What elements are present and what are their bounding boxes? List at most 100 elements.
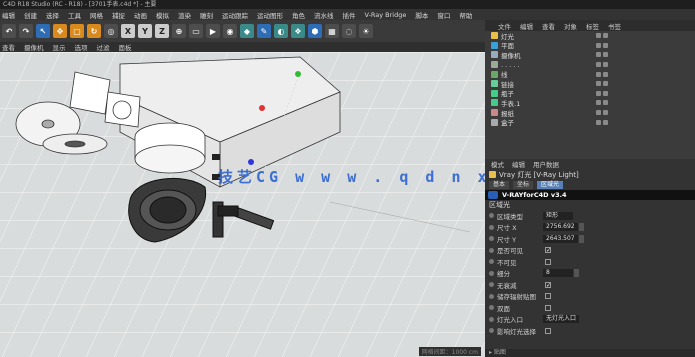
visibility-editor-icon[interactable] xyxy=(596,100,601,106)
visibility-editor-icon[interactable] xyxy=(596,90,601,96)
3d-viewport[interactable]: 技艺CG w w w . q d n x x f b . c o m 网格间距：… xyxy=(0,52,485,357)
animate-dot-icon[interactable] xyxy=(489,305,494,311)
viewport-menu-item[interactable]: 面板 xyxy=(119,42,132,52)
rotate-icon[interactable]: ↻ xyxy=(87,24,101,38)
object-row[interactable]: 手表.1 xyxy=(485,98,695,108)
property-checkbox[interactable]: ✓ xyxy=(545,281,551,288)
object-name[interactable]: 链接 xyxy=(501,79,596,89)
recent-icon[interactable]: ◎ xyxy=(104,24,118,38)
object-row[interactable]: 线 xyxy=(485,69,695,79)
x-axis-icon[interactable]: X xyxy=(121,24,135,38)
visibility-editor-icon[interactable] xyxy=(596,110,601,116)
object-name[interactable]: 盒子 xyxy=(501,117,596,127)
menu-item[interactable]: 雕刻 xyxy=(200,10,213,20)
menu-item[interactable]: 创建 xyxy=(24,10,37,20)
property-value[interactable]: 2756.692 xyxy=(543,223,578,232)
spinner-arrows-icon[interactable] xyxy=(578,234,584,243)
object-row[interactable]: 盒子 xyxy=(485,117,695,127)
camera-icon[interactable]: ◌ xyxy=(342,24,356,38)
visibility-editor-icon[interactable] xyxy=(596,52,601,58)
property-value[interactable]: 无灯光入口 xyxy=(543,315,580,324)
viewport-menu-item[interactable]: 查看 xyxy=(2,42,15,52)
menu-item[interactable]: 角色 xyxy=(292,10,305,20)
animate-dot-icon[interactable] xyxy=(489,213,494,219)
property-value[interactable]: 8 xyxy=(543,269,573,278)
property-value[interactable]: 2643.507 xyxy=(543,234,578,243)
viewport-menu-item[interactable]: 过滤 xyxy=(97,42,110,52)
visibility-render-icon[interactable] xyxy=(603,52,608,58)
menu-item[interactable]: 选择 xyxy=(46,10,59,20)
animate-dot-icon[interactable] xyxy=(489,328,494,334)
z-axis-icon[interactable]: Z xyxy=(155,24,169,38)
visibility-render-icon[interactable] xyxy=(603,110,608,116)
visibility-editor-icon[interactable] xyxy=(596,81,601,87)
attribute-footer[interactable]: ▸ 贴图 xyxy=(485,349,695,357)
object-name[interactable]: 报纸 xyxy=(501,108,596,118)
move-icon[interactable]: ✥ xyxy=(53,24,67,38)
visibility-editor-icon[interactable] xyxy=(596,71,601,77)
visibility-render-icon[interactable] xyxy=(603,100,608,106)
object-name[interactable]: 线 xyxy=(501,69,596,79)
property-checkbox[interactable] xyxy=(545,258,551,265)
property-value[interactable]: 矩形 xyxy=(543,211,573,220)
animate-dot-icon[interactable] xyxy=(489,270,494,276)
object-row[interactable]: 报纸 xyxy=(485,108,695,118)
object-manager-tab[interactable]: 对象 xyxy=(564,21,577,31)
object-manager-tab[interactable]: 编辑 xyxy=(520,21,533,31)
viewport-menu-item[interactable]: 选项 xyxy=(75,42,88,52)
menu-item[interactable]: 动画 xyxy=(134,10,147,20)
object-name[interactable]: 灯光 xyxy=(501,31,596,41)
render-settings-icon[interactable]: ◉ xyxy=(223,24,237,38)
property-checkbox[interactable] xyxy=(545,327,551,334)
animate-dot-icon[interactable] xyxy=(489,316,494,322)
visibility-render-icon[interactable] xyxy=(603,90,608,96)
menu-item[interactable]: 网格 xyxy=(90,10,103,20)
object-manager-tab[interactable]: 文件 xyxy=(498,21,511,31)
object-manager-tab[interactable]: 书签 xyxy=(608,21,621,31)
attribute-mode-tab[interactable]: 用户数据 xyxy=(533,159,559,169)
visibility-render-icon[interactable] xyxy=(603,81,608,87)
y-axis-icon[interactable]: Y xyxy=(138,24,152,38)
visibility-render-icon[interactable] xyxy=(603,33,608,39)
menu-item[interactable]: 帮助 xyxy=(459,10,472,20)
object-manager-tab[interactable]: 查看 xyxy=(542,21,555,31)
visibility-render-icon[interactable] xyxy=(603,119,608,125)
menu-item[interactable]: 捕捉 xyxy=(112,10,125,20)
visibility-render-icon[interactable] xyxy=(603,62,608,68)
animate-dot-icon[interactable] xyxy=(489,293,494,299)
menu-item[interactable]: 运动跟踪 xyxy=(222,10,248,20)
animate-dot-icon[interactable] xyxy=(489,247,494,253)
object-name[interactable]: 摄像机 xyxy=(501,50,596,60)
world-icon[interactable]: ⊕ xyxy=(172,24,186,38)
subdivision-icon[interactable]: ◐ xyxy=(274,24,288,38)
attribute-mode-tab[interactable]: 编辑 xyxy=(512,159,525,169)
redo-icon[interactable]: ↷ xyxy=(19,24,33,38)
attribute-subtab[interactable]: 基本 xyxy=(489,181,510,189)
object-row[interactable]: . . . . . xyxy=(485,60,695,70)
menu-item[interactable]: 编辑 xyxy=(2,10,15,20)
menu-item[interactable]: 工具 xyxy=(68,10,81,20)
render-view-icon[interactable]: ▶ xyxy=(206,24,220,38)
visibility-editor-icon[interactable] xyxy=(596,119,601,125)
object-name[interactable]: . . . . . xyxy=(501,61,596,69)
visibility-render-icon[interactable] xyxy=(603,42,608,48)
viewport-menu-item[interactable]: 摄像机 xyxy=(24,42,44,52)
menu-item[interactable]: 插件 xyxy=(343,10,356,20)
visibility-editor-icon[interactable] xyxy=(596,42,601,48)
visibility-editor-icon[interactable] xyxy=(596,62,601,68)
visibility-editor-icon[interactable] xyxy=(596,33,601,39)
attribute-subtab[interactable]: 坐标 xyxy=(513,181,534,189)
animate-dot-icon[interactable] xyxy=(489,259,494,265)
object-row[interactable]: 灯光 xyxy=(485,31,695,41)
viewport-menu-item[interactable]: 显示 xyxy=(53,42,66,52)
object-manager-tab[interactable]: 标签 xyxy=(586,21,599,31)
scale-icon[interactable]: ▢ xyxy=(70,24,84,38)
object-row[interactable]: 链接 xyxy=(485,79,695,89)
object-row[interactable]: 平面 xyxy=(485,41,695,50)
menu-item[interactable]: 流水线 xyxy=(314,10,334,20)
cloner-icon[interactable]: ❖ xyxy=(291,24,305,38)
animate-dot-icon[interactable] xyxy=(489,224,494,230)
attribute-mode-tab[interactable]: 模式 xyxy=(491,159,504,169)
undo-icon[interactable]: ↶ xyxy=(2,24,16,38)
animate-dot-icon[interactable] xyxy=(489,282,494,288)
